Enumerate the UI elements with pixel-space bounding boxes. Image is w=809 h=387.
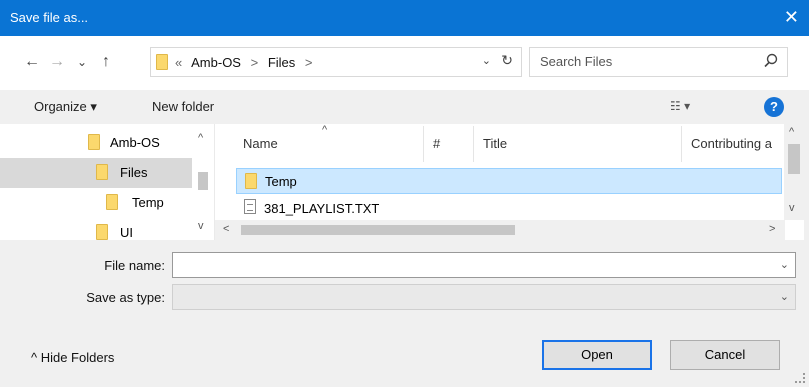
- scroll-down-icon[interactable]: v: [198, 220, 204, 232]
- file-list-horizontal-scrollbar[interactable]: < >: [215, 220, 785, 240]
- forward-arrow-icon[interactable]: →: [47, 52, 67, 72]
- breadcrumb-separator[interactable]: >: [305, 55, 313, 70]
- new-folder-button[interactable]: New folder: [152, 99, 214, 114]
- resize-grip-icon[interactable]: [795, 373, 805, 383]
- navigation-pane: Amb-OS Files Temp UI ^ v: [0, 124, 214, 240]
- dialog-footer: ^ Hide Folders Open Cancel: [0, 320, 809, 387]
- address-bar[interactable]: « Amb-OS > Files > ⌄ ↻: [150, 47, 522, 77]
- scroll-up-icon[interactable]: ^: [198, 132, 203, 144]
- search-icon[interactable]: [763, 53, 779, 69]
- help-icon[interactable]: ?: [764, 97, 784, 117]
- sort-ascending-icon: ^: [322, 124, 328, 136]
- sidebar-item-label: Amb-OS: [110, 135, 160, 150]
- sidebar-item-label: Temp: [132, 195, 164, 210]
- folder-icon: [88, 134, 100, 150]
- sidebar-item-files[interactable]: Files: [0, 158, 192, 188]
- folder-icon: [106, 194, 118, 210]
- column-divider[interactable]: [681, 126, 682, 162]
- file-list-vertical-scrollbar[interactable]: ^ v: [784, 124, 804, 220]
- cancel-button[interactable]: Cancel: [670, 340, 780, 370]
- folder-icon: [245, 173, 257, 189]
- scrollbar-thumb[interactable]: [788, 144, 800, 174]
- file-name: 381_PLAYLIST.TXT: [264, 201, 380, 216]
- organize-button[interactable]: Organize ▾: [34, 99, 97, 115]
- sidebar-item-label: Files: [120, 165, 148, 180]
- save-as-type-select[interactable]: ⌄: [172, 284, 796, 310]
- file-list-pane: ^ Name # Title Contributing a Temp 381_P…: [214, 124, 804, 240]
- file-name-combo[interactable]: ⌄: [172, 252, 796, 278]
- address-row: ← → ⌄ ↑ « Amb-OS > Files > ⌄ ↻: [0, 36, 809, 90]
- address-dropdown-icon[interactable]: ⌄: [482, 54, 491, 67]
- search-box[interactable]: [529, 47, 788, 77]
- chevron-down-icon[interactable]: ⌄: [780, 290, 789, 303]
- sidebar-item-label: UI: [120, 225, 133, 240]
- save-as-type-label: Save as type:: [86, 290, 165, 305]
- file-row-temp[interactable]: Temp: [236, 168, 782, 194]
- text-file-icon: [244, 199, 256, 214]
- column-header-number[interactable]: #: [433, 136, 440, 151]
- file-name-label: File name:: [104, 258, 165, 273]
- scroll-up-icon[interactable]: ^: [789, 126, 794, 138]
- breadcrumb-item-files[interactable]: Files: [268, 55, 295, 70]
- folder-icon: [96, 224, 108, 240]
- scrollbar-thumb[interactable]: [198, 172, 208, 190]
- hide-folders-button[interactable]: ^ Hide Folders: [31, 350, 114, 365]
- scroll-left-icon[interactable]: <: [223, 223, 229, 235]
- scroll-right-icon[interactable]: >: [769, 223, 775, 235]
- column-divider[interactable]: [423, 126, 424, 162]
- back-arrow-icon[interactable]: ←: [22, 52, 42, 72]
- folder-icon: [156, 54, 168, 70]
- title-bar: Save file as... ✕: [0, 0, 809, 36]
- command-toolbar: Organize ▾ New folder ☷ ▾ ?: [0, 90, 809, 124]
- chevron-down-icon[interactable]: ⌄: [780, 258, 789, 271]
- breadcrumb-item-amb-os[interactable]: Amb-OS: [191, 55, 241, 70]
- sidebar-item-amb-os[interactable]: Amb-OS: [0, 128, 192, 158]
- search-input[interactable]: [540, 54, 740, 69]
- scroll-down-icon[interactable]: v: [789, 202, 795, 214]
- breadcrumb-overflow[interactable]: «: [175, 55, 182, 70]
- column-divider[interactable]: [473, 126, 474, 162]
- file-name: Temp: [265, 174, 297, 189]
- sidebar-item-ui[interactable]: UI: [0, 218, 192, 240]
- recent-locations-icon[interactable]: ⌄: [72, 52, 92, 72]
- view-options-button[interactable]: ☷ ▾: [670, 99, 690, 113]
- up-arrow-icon[interactable]: ↑: [96, 52, 116, 72]
- sidebar-item-temp[interactable]: Temp: [0, 188, 192, 218]
- column-header-name[interactable]: Name: [243, 136, 278, 151]
- breadcrumb-separator[interactable]: >: [251, 55, 259, 70]
- open-button[interactable]: Open: [542, 340, 652, 370]
- file-name-field[interactable]: [177, 257, 757, 272]
- navigation-scrollbar[interactable]: ^ v: [192, 124, 214, 240]
- folder-icon: [96, 164, 108, 180]
- breadcrumb: « Amb-OS > Files >: [175, 55, 319, 70]
- file-row-playlist[interactable]: 381_PLAYLIST.TXT: [236, 196, 782, 222]
- refresh-icon[interactable]: ↻: [501, 52, 513, 69]
- column-header-contributing-artists[interactable]: Contributing a: [691, 136, 772, 151]
- column-header-title[interactable]: Title: [483, 136, 507, 151]
- column-header-row: ^ Name # Title Contributing a: [215, 124, 785, 164]
- close-icon[interactable]: ✕: [784, 7, 799, 27]
- window-title: Save file as...: [10, 10, 89, 25]
- scrollbar-thumb[interactable]: [241, 225, 515, 235]
- save-form: File name: ⌄ Save as type: ⌄: [0, 240, 809, 320]
